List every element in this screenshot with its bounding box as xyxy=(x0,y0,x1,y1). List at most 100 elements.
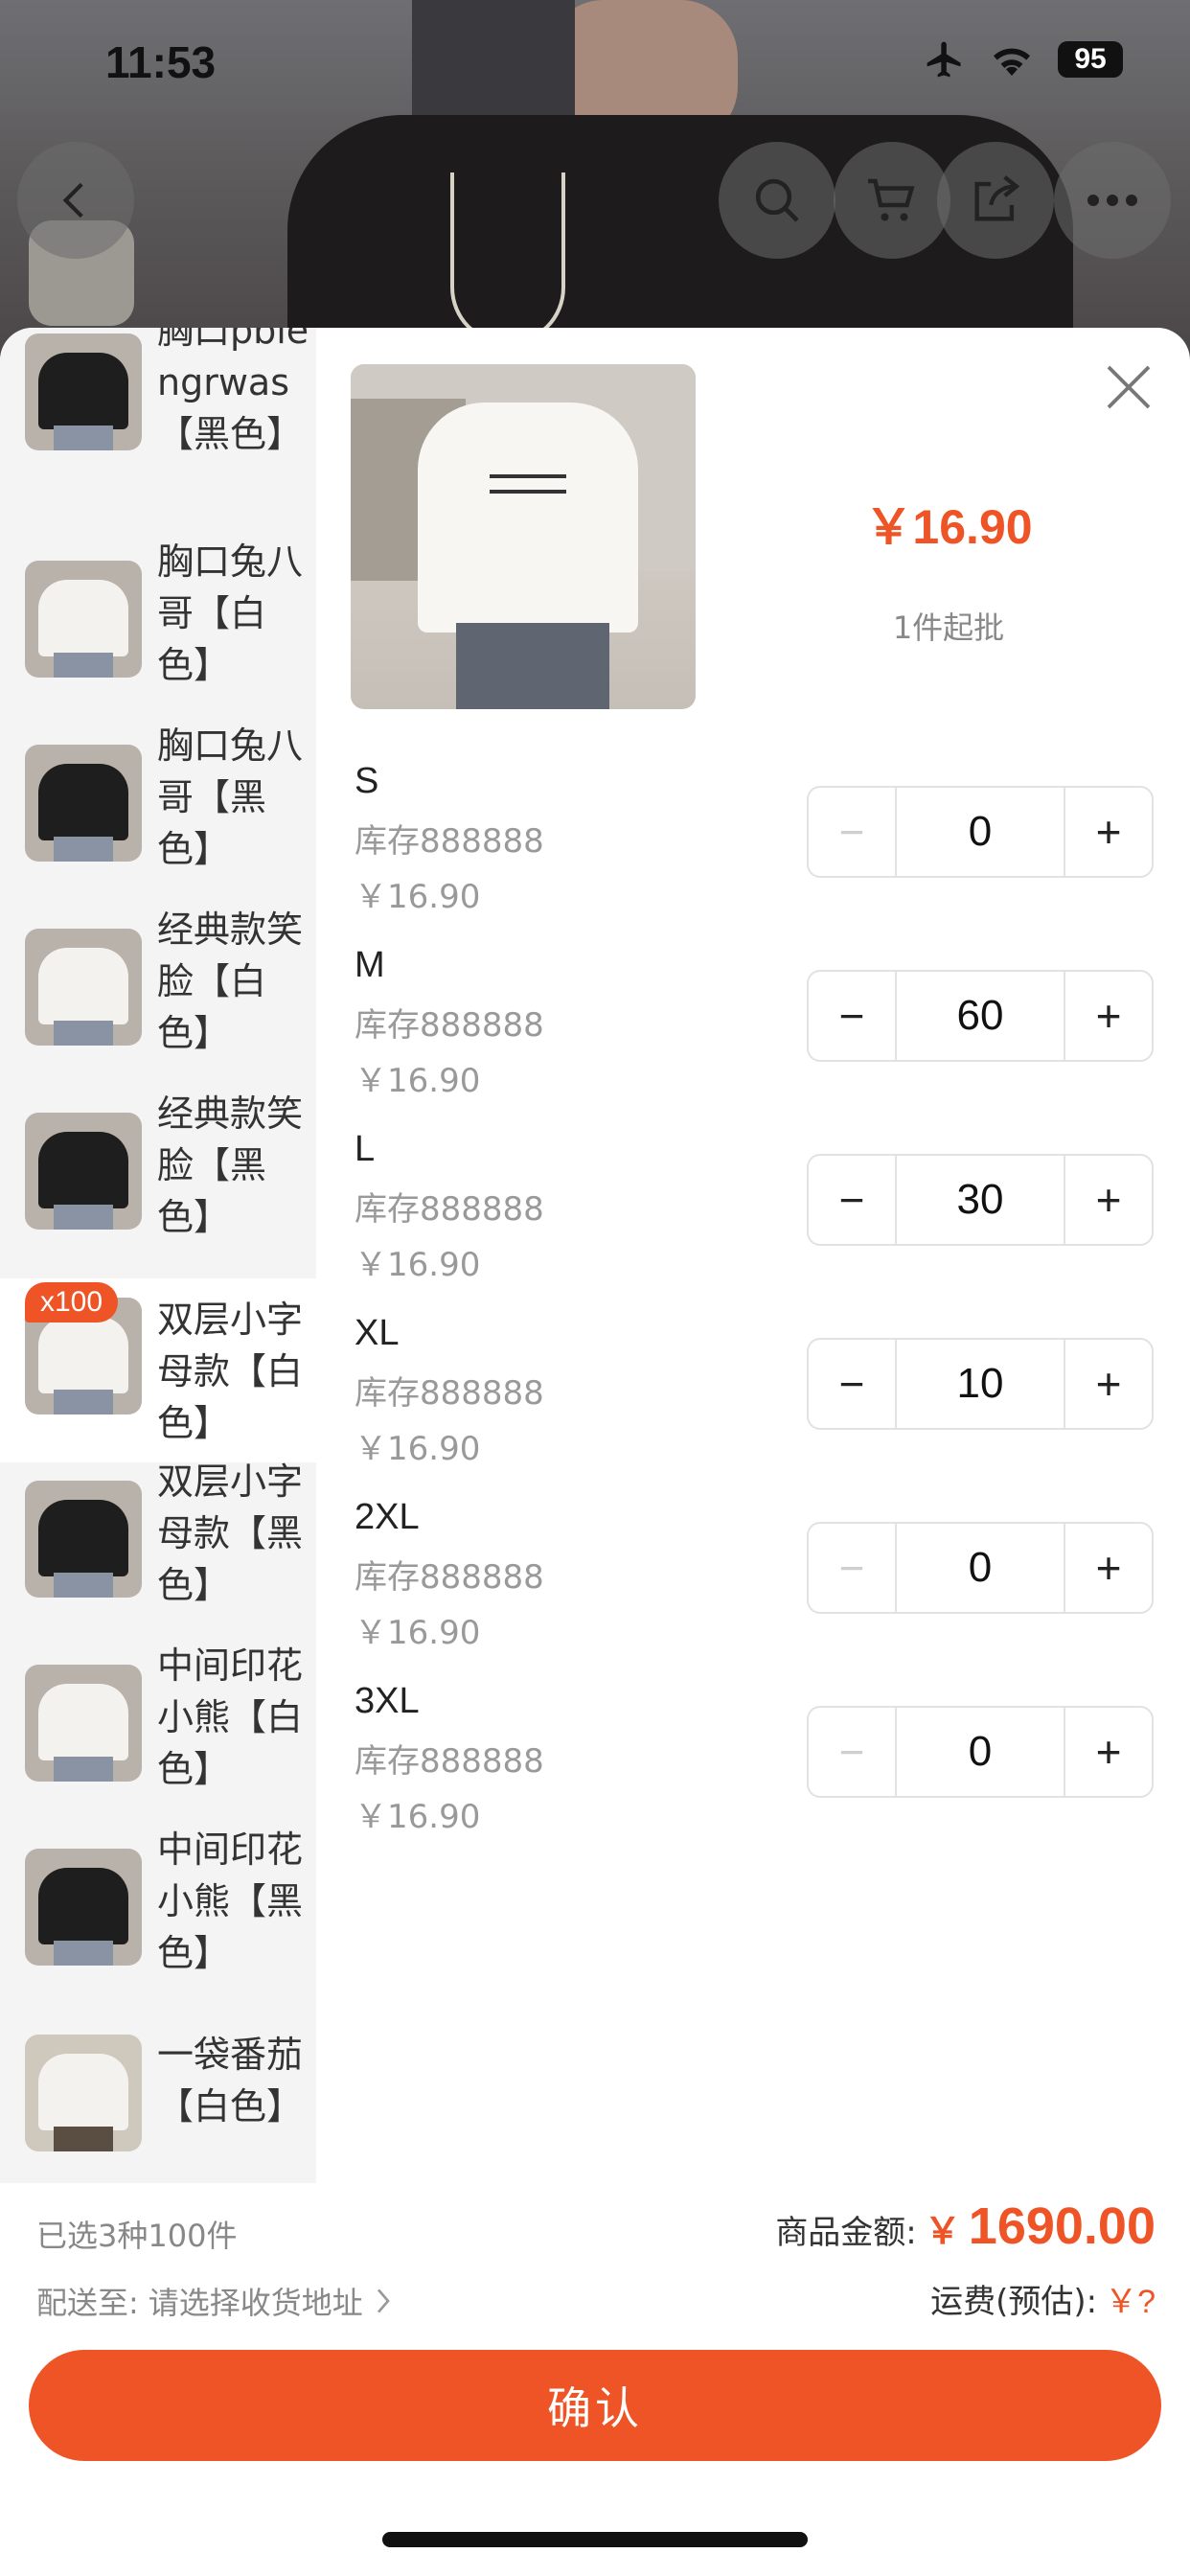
size-name: L xyxy=(355,1129,376,1169)
decrement-button[interactable]: − xyxy=(809,972,897,1060)
variant-label: 中间印花小熊【白色】 xyxy=(157,1644,304,1790)
order-summary: 已选3种100件 配送至: 请选择收货地址 商品金额: ￥ 1690.00 运费… xyxy=(0,2183,1190,2576)
variant-thumbnail xyxy=(25,929,142,1046)
variant-thumbnail xyxy=(25,1113,142,1230)
decrement-button[interactable]: − xyxy=(809,1156,897,1244)
quantity-input[interactable]: 0 xyxy=(897,1708,1064,1796)
wifi-icon xyxy=(994,48,1030,76)
cart-icon xyxy=(868,178,915,221)
chevron-right-icon xyxy=(377,2288,390,2313)
increment-button[interactable]: + xyxy=(1064,972,1152,1060)
quantity-input[interactable]: 0 xyxy=(897,1524,1064,1612)
variant-thumbnail xyxy=(25,745,142,862)
quantity-stepper: − 10 + xyxy=(807,1338,1154,1430)
search-button[interactable] xyxy=(719,142,835,259)
variant-list[interactable]: 胸口pblengrwas【黑色】 胸口兔八哥【白色】 胸口兔八哥【黑色】 经典款… xyxy=(0,328,316,2183)
decrement-button[interactable]: − xyxy=(809,1708,897,1796)
airplane-icon xyxy=(927,41,961,78)
variant-item[interactable]: 中间印花小熊【黑色】 xyxy=(0,1828,316,2033)
quantity-input[interactable]: 30 xyxy=(897,1156,1064,1244)
ship-to-value[interactable]: 请选择收货地址 xyxy=(149,2279,363,2323)
variant-item[interactable]: 一袋番茄【白色】 xyxy=(0,2034,316,2183)
size-row: M 库存888888 ￥16.90 − 60 + xyxy=(353,945,1157,1127)
quantity-stepper: − 30 + xyxy=(807,1154,1154,1246)
variant-label: 经典款笑脸【白色】 xyxy=(157,908,304,1054)
variant-item[interactable]: 中间印花小熊【白色】 xyxy=(0,1644,316,1849)
increment-button[interactable]: + xyxy=(1064,1340,1152,1428)
status-time: 11:53 xyxy=(105,37,217,87)
variant-label: 双层小字母款【白色】 xyxy=(157,1299,304,1444)
quantity-input[interactable]: 0 xyxy=(897,788,1064,876)
back-button[interactable] xyxy=(17,142,134,259)
variant-thumbnail xyxy=(25,2035,142,2151)
variant-item[interactable]: 经典款笑脸【白色】 xyxy=(0,908,316,1113)
size-stock: 库存888888 xyxy=(355,1374,544,1413)
variant-label: 经典款笑脸【黑色】 xyxy=(157,1092,304,1238)
total-amount: 商品金额: ￥ 1690.00 xyxy=(775,2196,1156,2256)
product-image[interactable] xyxy=(351,364,696,709)
size-row: 2XL 库存888888 ￥16.90 − 0 + xyxy=(353,1497,1157,1679)
variant-item[interactable]: 胸口兔八哥【黑色】 xyxy=(0,724,316,929)
quantity-input[interactable]: 60 xyxy=(897,972,1064,1060)
more-icon xyxy=(1087,195,1137,206)
quantity-badge: x100 xyxy=(25,1282,119,1322)
ship-to-label: 配送至: xyxy=(36,2285,139,2321)
total-value: 1690.00 xyxy=(968,2197,1156,2255)
status-bar: 11:53 95 xyxy=(0,0,1190,125)
size-price: ￥16.90 xyxy=(355,1798,481,1836)
increment-button[interactable]: + xyxy=(1064,1524,1152,1612)
decrement-button[interactable]: − xyxy=(809,788,897,876)
share-icon xyxy=(974,175,1020,221)
battery-indicator: 95 xyxy=(1058,41,1123,78)
freight-label: 运费(预估): xyxy=(930,2283,1098,2321)
close-button[interactable] xyxy=(1102,360,1156,414)
variant-label: 胸口pblengrwas【黑色】 xyxy=(157,328,309,455)
size-name: 3XL xyxy=(355,1681,420,1721)
variant-item[interactable]: 胸口兔八哥【白色】 xyxy=(0,540,316,745)
variant-label: 胸口兔八哥【白色】 xyxy=(157,540,304,686)
cart-button[interactable] xyxy=(834,142,950,259)
quantity-input[interactable]: 10 xyxy=(897,1340,1064,1428)
increment-button[interactable]: + xyxy=(1064,1708,1152,1796)
size-stock: 库存888888 xyxy=(355,1558,544,1597)
size-row: S 库存888888 ￥16.90 − 0 + xyxy=(353,761,1157,943)
variant-thumbnail xyxy=(25,1665,142,1782)
variant-thumbnail xyxy=(25,1481,142,1598)
sku-selector-sheet: 胸口pblengrwas【黑色】 胸口兔八哥【白色】 胸口兔八哥【黑色】 经典款… xyxy=(0,328,1190,2576)
variant-thumbnail xyxy=(25,561,142,678)
freight-estimate: 运费(预估): ￥? xyxy=(930,2275,1156,2322)
increment-button[interactable]: + xyxy=(1064,788,1152,876)
decrement-button[interactable]: − xyxy=(809,1524,897,1612)
size-stock: 库存888888 xyxy=(355,1742,544,1781)
increment-button[interactable]: + xyxy=(1064,1156,1152,1244)
total-currency: ￥ xyxy=(924,2212,961,2252)
more-button[interactable] xyxy=(1054,142,1171,259)
home-indicator xyxy=(382,2532,808,2547)
share-button[interactable] xyxy=(937,142,1054,259)
size-price: ￥16.90 xyxy=(355,1062,481,1100)
variant-thumbnail xyxy=(25,1849,142,1966)
shipping-address-link[interactable]: 配送至: 请选择收货地址 xyxy=(36,2279,394,2323)
freight-value: ￥? xyxy=(1105,2284,1156,2320)
variant-item-selected[interactable]: x100 双层小字母款【白色】 xyxy=(0,1278,316,1462)
size-name: S xyxy=(355,761,379,801)
decrement-button[interactable]: − xyxy=(809,1340,897,1428)
size-price: ￥16.90 xyxy=(355,1246,481,1284)
search-icon xyxy=(755,178,799,222)
variant-item[interactable]: 胸口pblengrwas【黑色】 xyxy=(0,328,316,493)
quantity-stepper: − 0 + xyxy=(807,1522,1154,1614)
size-price: ￥16.90 xyxy=(355,1430,481,1468)
confirm-button[interactable]: 确认 xyxy=(29,2350,1161,2461)
size-name: XL xyxy=(355,1313,400,1353)
quantity-stepper: − 0 + xyxy=(807,786,1154,878)
variant-item[interactable]: 双层小字母款【黑色】 xyxy=(0,1460,316,1665)
variant-label: 双层小字母款【黑色】 xyxy=(157,1460,304,1606)
unit-price: ￥16.90 xyxy=(864,500,1033,554)
quantity-stepper: − 0 + xyxy=(807,1706,1154,1798)
size-price: ￥16.90 xyxy=(355,878,481,916)
variant-item[interactable]: 经典款笑脸【黑色】 xyxy=(0,1092,316,1297)
size-stock: 库存888888 xyxy=(355,822,544,861)
close-icon xyxy=(1107,365,1151,409)
chevron-left-icon xyxy=(62,182,83,218)
variant-label: 一袋番茄【白色】 xyxy=(157,2034,304,2128)
